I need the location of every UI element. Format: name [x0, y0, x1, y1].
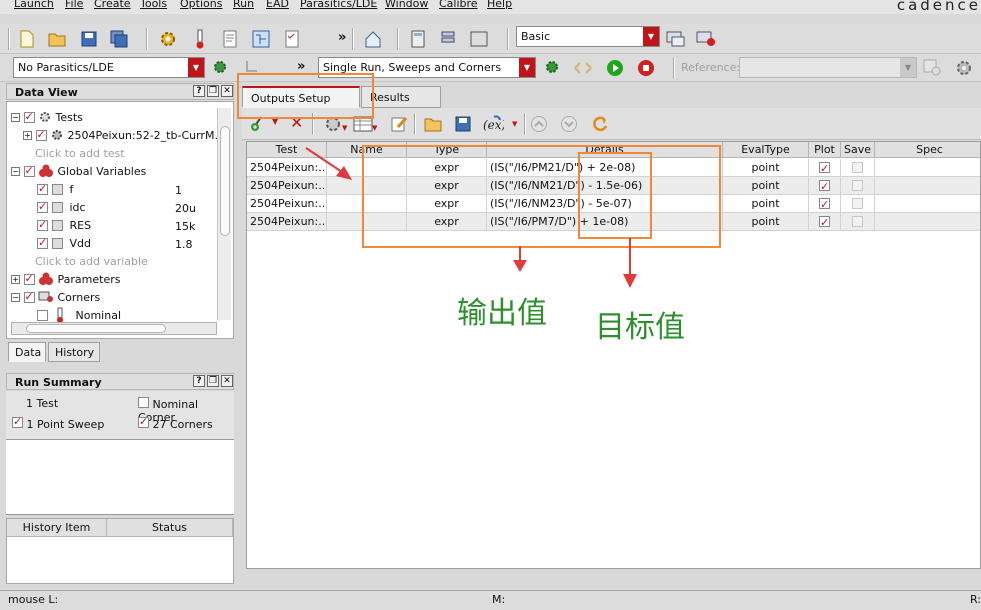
status-bar: mouse L: M: R: — [0, 590, 981, 610]
target-value-annotation: 目标值 — [595, 310, 685, 345]
output-value-highlight-box — [362, 145, 721, 248]
output-value-annotation: 输出值 — [457, 296, 547, 331]
mouse-right-status: R: — [970, 593, 981, 606]
target-value-highlight-box — [578, 152, 652, 239]
mouse-left-status: mouse L: — [8, 593, 59, 606]
annotation-arrow-icon — [623, 238, 637, 288]
outputs-setup-highlight-box — [237, 73, 374, 119]
annotation-arrow-icon — [513, 246, 527, 272]
annotation-arrow-icon — [305, 147, 352, 180]
mouse-middle-status: M: — [492, 593, 506, 606]
